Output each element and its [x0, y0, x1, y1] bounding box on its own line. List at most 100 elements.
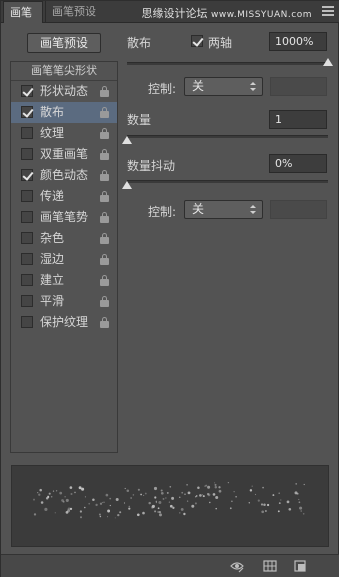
preview-dot	[162, 497, 165, 500]
count-jitter-label: 数量抖动	[127, 159, 176, 173]
checkbox[interactable]	[21, 127, 33, 139]
preview-dot	[278, 492, 280, 494]
panel-menu-icon[interactable]	[322, 6, 334, 18]
preview-dot	[254, 493, 257, 496]
preview-dot	[132, 494, 135, 496]
checkbox[interactable]	[21, 148, 33, 160]
lock-icon[interactable]	[100, 233, 109, 244]
scatter-slider-thumb[interactable]	[323, 58, 333, 66]
lock-icon[interactable]	[100, 296, 109, 307]
preview-dot	[69, 486, 73, 489]
list-item-build-up[interactable]: 建立	[11, 270, 117, 291]
count-slider-thumb[interactable]	[122, 136, 132, 144]
preview-dot	[107, 509, 111, 513]
list-item-transfer[interactable]: 传递	[11, 186, 117, 207]
lock-icon[interactable]	[100, 128, 109, 139]
list-item-label: 建立	[40, 273, 65, 287]
preview-dot	[33, 513, 37, 516]
list-item-shape-dynamics[interactable]: 形状动态	[11, 81, 117, 102]
lock-icon[interactable]	[100, 149, 109, 160]
list-item-label: 散布	[40, 105, 65, 119]
checkbox[interactable]	[21, 274, 33, 286]
list-item-noise[interactable]: 杂色	[11, 228, 117, 249]
lock-icon[interactable]	[100, 275, 109, 286]
preview-dot	[142, 511, 145, 515]
count-slider[interactable]	[127, 135, 328, 138]
lock-icon[interactable]	[100, 86, 109, 97]
checkbox[interactable]	[21, 253, 33, 265]
preview-dot	[165, 497, 167, 499]
checkbox[interactable]	[21, 295, 33, 307]
lock-icon[interactable]	[100, 170, 109, 181]
preview-dot	[251, 485, 253, 487]
checkbox[interactable]	[21, 232, 33, 244]
list-item-texture[interactable]: 纹理	[11, 123, 117, 144]
preview-dot	[65, 511, 69, 514]
count-jitter-slider[interactable]	[127, 180, 328, 183]
list-item-label: 形状动态	[40, 84, 89, 98]
scatter-control-select[interactable]: 关	[184, 77, 263, 96]
checkbox[interactable]	[21, 106, 33, 118]
preview-dot	[229, 507, 232, 510]
lock-icon[interactable]	[100, 107, 109, 118]
preview-dot	[55, 490, 58, 492]
lock-icon[interactable]	[100, 191, 109, 202]
preview-dot	[143, 494, 145, 496]
preview-dot	[171, 496, 175, 500]
count-jitter-slider-thumb[interactable]	[122, 181, 132, 189]
scatter-slider[interactable]	[127, 62, 328, 65]
list-item-dual-brush[interactable]: 双重画笔	[11, 144, 117, 165]
list-item-smoothing[interactable]: 平滑	[11, 291, 117, 312]
preview-dot	[278, 502, 281, 504]
checkbox[interactable]	[21, 85, 33, 97]
tab-brush[interactable]: 画笔	[3, 1, 43, 23]
lock-icon[interactable]	[100, 254, 109, 265]
scatter-value-field[interactable]: 1000%	[269, 32, 327, 51]
brush-tip-shape-item[interactable]: 画笔笔尖形状	[11, 62, 117, 81]
tab-brush-presets[interactable]: 画笔预设	[45, 1, 103, 23]
list-item-label: 纹理	[40, 126, 65, 140]
preview-dot	[214, 483, 217, 486]
preview-dot	[107, 516, 109, 518]
new-preset-icon[interactable]	[293, 559, 307, 573]
preview-dot	[302, 513, 305, 515]
checkbox[interactable]	[21, 169, 33, 181]
count-jitter-control-select[interactable]: 关	[184, 200, 263, 219]
list-item-color-dynamics[interactable]: 颜色动态	[11, 165, 117, 186]
preview-dot	[180, 507, 184, 511]
count-value-field[interactable]: 1	[269, 110, 327, 129]
lock-icon[interactable]	[100, 212, 109, 223]
list-item-wet-edges[interactable]: 湿边	[11, 249, 117, 270]
preview-dot	[119, 511, 122, 514]
preview-dot	[257, 499, 260, 502]
preview-dot	[70, 493, 73, 495]
brush-presets-button[interactable]: 画笔预设	[27, 33, 101, 53]
list-item-scattering[interactable]: 散布	[11, 102, 117, 123]
preview-dot	[154, 496, 157, 499]
grid-icon[interactable]	[263, 559, 277, 573]
scatter-control-field	[270, 77, 327, 96]
preview-dot	[214, 482, 216, 484]
preview-dot	[151, 506, 154, 509]
checkbox[interactable]	[21, 190, 33, 202]
checkbox[interactable]	[21, 316, 33, 328]
preview-dot	[227, 481, 230, 484]
list-item-brush-pose[interactable]: 画笔笔势	[11, 207, 117, 228]
preview-dot	[233, 491, 235, 493]
checkbox[interactable]	[21, 211, 33, 223]
count-jitter-value-field[interactable]: 0%	[269, 154, 327, 173]
preview-dot	[103, 501, 105, 503]
preview-dot	[115, 498, 119, 501]
preview-dot	[47, 495, 49, 498]
eye-brush-icon[interactable]	[230, 559, 244, 573]
preview-dot	[231, 500, 233, 503]
preview-dot	[154, 510, 157, 513]
preview-dot	[169, 485, 172, 488]
preview-dot	[124, 487, 126, 490]
lock-icon[interactable]	[100, 317, 109, 328]
both-axes-checkbox[interactable]	[191, 35, 203, 47]
preview-dot	[172, 506, 175, 509]
preview-dot	[288, 507, 292, 511]
preview-dot	[266, 503, 270, 507]
list-item-protect-texture[interactable]: 保护纹理	[11, 312, 117, 333]
